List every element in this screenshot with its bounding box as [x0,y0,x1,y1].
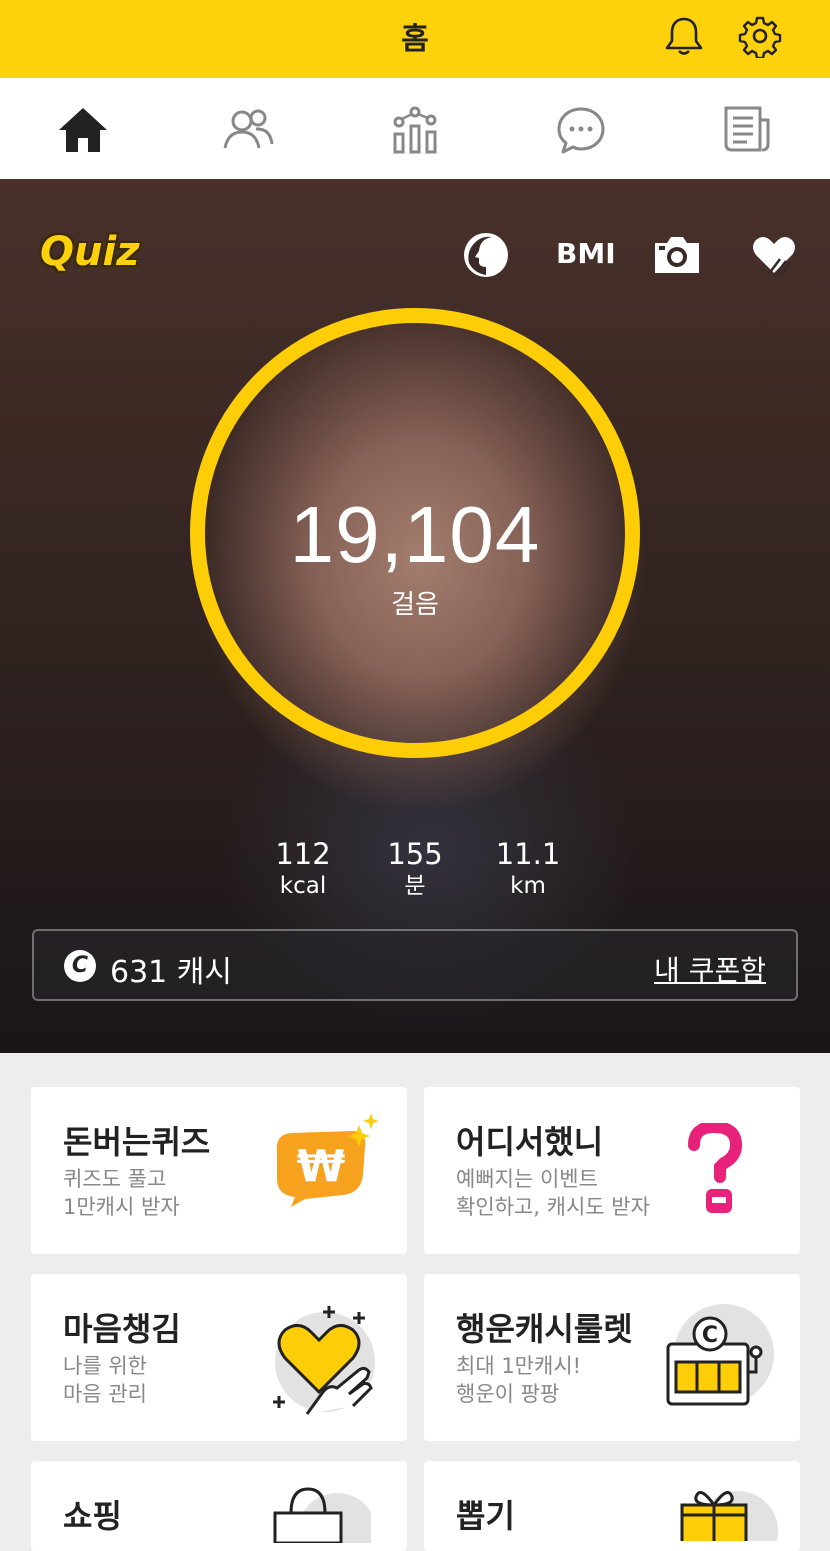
stat-unit: km [510,873,546,899]
stat-value: 112 [275,837,331,871]
coupon-link[interactable]: 내 쿠폰함 [654,949,766,989]
cash-balance: 631 캐시 [110,955,232,990]
card-subtitle: 예뻐지는 이벤트 확인하고, 캐시도 받자 [456,1167,650,1219]
chat-icon [557,107,605,154]
slot-machine-icon: C [664,1302,776,1416]
card-title: 어디서했니 [456,1123,604,1161]
heart-hand-icon[interactable] [750,231,798,279]
card-subtitle: 퀴즈도 풀고 1만캐시 받자 [63,1167,180,1219]
tab-friends[interactable] [220,104,276,156]
beauty-face-icon[interactable] [462,231,510,279]
bell-icon[interactable] [662,14,706,58]
bmi-button[interactable]: BMI [556,237,616,270]
stat-distance: 11.1 km [473,837,583,901]
card-title: 쇼핑 [63,1497,122,1535]
stat-value: 11.1 [495,837,561,871]
card-money-quiz[interactable]: 돈버는퀴즈 퀴즈도 풀고 1만캐시 받자 ₩ [31,1087,407,1254]
gear-icon[interactable] [738,14,782,60]
shopping-bag-icon [271,1483,377,1551]
tab-news[interactable] [720,104,776,156]
card-draw[interactable]: 뽑기 [424,1461,800,1551]
card-title: 돈버는퀴즈 [63,1123,211,1161]
card-title: 뽑기 [456,1497,515,1535]
card-title: 마음챙김 [63,1310,181,1348]
cash-panel[interactable]: C 631 캐시 내 쿠폰함 [32,929,798,1001]
heart-hand-icon [267,1296,383,1420]
stat-value: 155 [387,837,443,871]
quiz-button[interactable]: Quiz [40,229,139,275]
card-where-done[interactable]: 어디서했니 예뻐지는 이벤트 확인하고, 캐시도 받자 [424,1087,800,1254]
step-unit: 걸음 [391,590,439,620]
card-subtitle: 나를 위한 마음 관리 [63,1354,147,1406]
hero-panel: Quiz BMI 19,104 걸음 112 kcal 155 분 11.1 k… [0,179,830,1053]
tab-stats[interactable] [387,104,443,156]
tab-chat[interactable] [553,104,609,156]
card-lucky-roulette[interactable]: 행운캐시룰렛 최대 1만캐시! 행운이 팡팡 C [424,1274,800,1441]
stats-icon [393,106,437,154]
tab-bar [0,78,830,179]
roulette-coin-symbol: C [702,1323,718,1348]
news-icon [724,106,770,152]
question-mark-icon [686,1120,746,1227]
home-icon [59,108,107,152]
stat-minutes: 155 분 [360,837,470,901]
camera-icon[interactable] [653,231,701,279]
app-header: 홈 [0,0,830,78]
step-count: 19,104 [289,490,541,579]
stat-unit: 분 [404,873,426,899]
cash-coin-icon: C [64,950,96,982]
card-shopping[interactable]: 쇼핑 [31,1461,407,1551]
tab-home[interactable] [55,104,111,156]
won-coin-icon: ₩ [271,1113,383,1213]
card-title: 행운캐시룰렛 [456,1310,633,1348]
friends-icon [223,109,274,149]
card-subtitle: 최대 1만캐시! 행운이 팡팡 [456,1354,582,1406]
stat-calories: 112 kcal [248,837,358,901]
stat-unit: kcal [279,873,327,899]
svg-text:₩: ₩ [297,1141,346,1192]
card-mindfulness[interactable]: 마음챙김 나를 위한 마음 관리 [31,1274,407,1441]
gift-box-icon [678,1481,778,1551]
